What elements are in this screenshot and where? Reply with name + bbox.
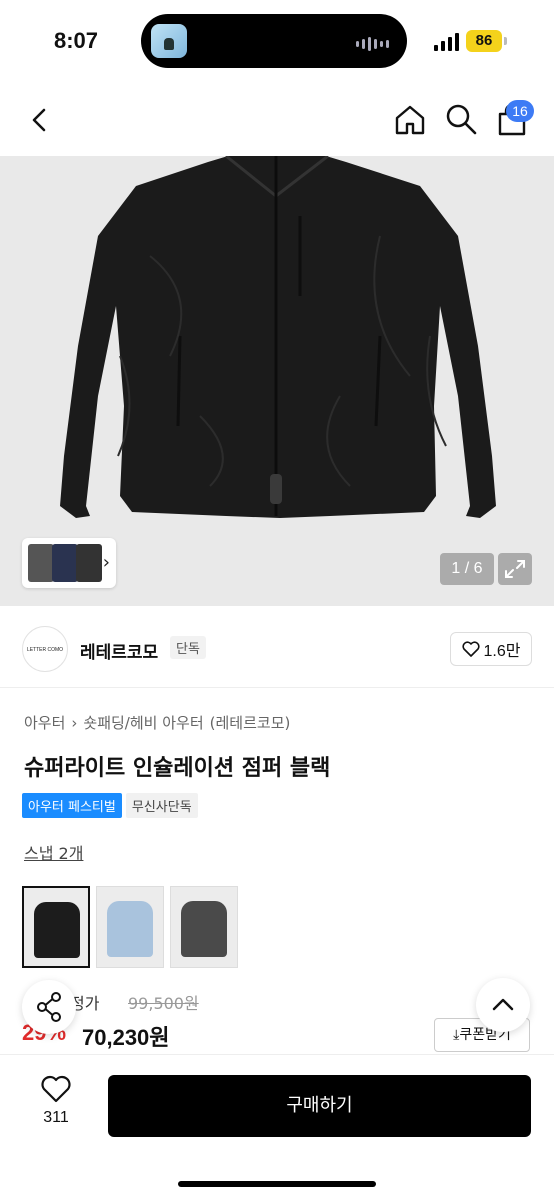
like-button[interactable]: 311 bbox=[26, 1075, 86, 1127]
buy-button[interactable]: 구매하기 bbox=[108, 1075, 531, 1137]
thumbnail-1[interactable] bbox=[28, 544, 54, 582]
expand-icon[interactable] bbox=[498, 553, 532, 585]
breadcrumb: 아우터 › 숏패딩/헤비 아우터 (레테르코모) bbox=[24, 712, 296, 733]
breadcrumb-item[interactable]: 숏패딩/헤비 아우터 bbox=[83, 714, 203, 732]
status-time: 8:07 bbox=[54, 28, 99, 53]
color-variants bbox=[22, 886, 238, 968]
top-nav bbox=[0, 84, 554, 156]
image-thumbnail-strip[interactable]: › bbox=[22, 538, 116, 588]
home-indicator bbox=[178, 1181, 376, 1187]
home-icon[interactable] bbox=[392, 102, 428, 138]
thumbnail-2[interactable] bbox=[52, 544, 78, 582]
bottom-action-bar: 311 구매하기 bbox=[0, 1054, 554, 1200]
brand-row: LETTER COMO 레테르코모 단독 1.6만 bbox=[0, 610, 554, 688]
variant-charcoal[interactable] bbox=[170, 886, 238, 968]
breadcrumb-item[interactable]: (레테르코모) bbox=[210, 714, 291, 732]
cellular-signal-icon bbox=[434, 33, 459, 51]
brand-name[interactable]: 레테르코모 bbox=[80, 638, 158, 663]
now-playing-artwork bbox=[151, 24, 187, 58]
product-tags: 아우터 페스티벌 무신사단독 bbox=[22, 793, 198, 818]
like-count: 311 bbox=[43, 1109, 69, 1126]
product-title: 슈퍼라이트 인슐레이션 점퍼 블랙 bbox=[24, 756, 331, 781]
dynamic-island[interactable] bbox=[141, 14, 407, 68]
breadcrumb-item[interactable]: 아우터 bbox=[24, 714, 65, 732]
thumbnail-3[interactable] bbox=[76, 544, 102, 582]
brand-logo[interactable]: LETTER COMO bbox=[22, 626, 68, 672]
exclusive-tag: 단독 bbox=[170, 636, 206, 659]
breadcrumb-separator-icon: › bbox=[71, 714, 78, 732]
brand-like-count: 1.6만 bbox=[483, 643, 521, 660]
search-icon[interactable] bbox=[444, 102, 478, 136]
original-price: 99,500원 bbox=[128, 994, 199, 1013]
cart-count-badge: 16 bbox=[506, 100, 534, 122]
exclusive-badge: 무신사단독 bbox=[125, 793, 198, 818]
back-arrow-icon[interactable] bbox=[24, 104, 56, 136]
heart-icon bbox=[41, 1075, 71, 1103]
chevron-right-icon[interactable]: › bbox=[103, 552, 110, 573]
festival-tag[interactable]: 아우터 페스티벌 bbox=[22, 793, 122, 818]
image-counter: 1 / 6 bbox=[440, 553, 494, 585]
variant-light-blue[interactable] bbox=[96, 886, 164, 968]
status-bar: 8:07 86 bbox=[0, 0, 554, 84]
share-icon[interactable] bbox=[22, 980, 76, 1034]
scroll-top-icon[interactable] bbox=[476, 978, 530, 1032]
battery-indicator: 86 bbox=[466, 30, 507, 52]
audio-wave-icon bbox=[356, 37, 389, 51]
snap-link[interactable]: 스냅 2개 bbox=[24, 840, 83, 864]
heart-icon bbox=[461, 641, 480, 657]
brand-like-button[interactable]: 1.6만 bbox=[450, 632, 532, 666]
variant-black[interactable] bbox=[22, 886, 90, 968]
final-price: 70,230원 bbox=[82, 1025, 170, 1050]
